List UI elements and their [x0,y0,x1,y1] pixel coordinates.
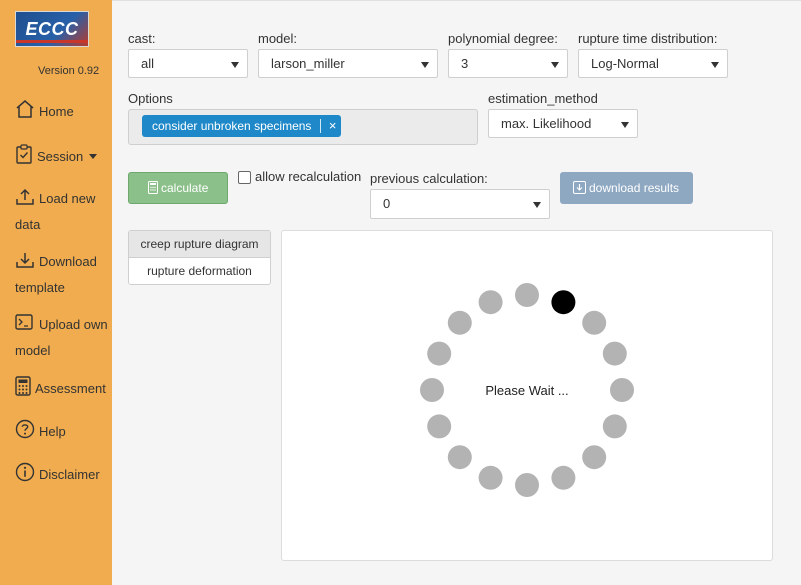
options-multiselect[interactable]: consider unbroken specimens × [128,109,478,145]
spinner-dot [447,445,472,470]
options-tag-consider-unbroken-specimens: consider unbroken specimens × [142,115,342,137]
download-results-label: download results [589,181,680,195]
polynomial-degree-select[interactable]: 3 [448,49,568,78]
chevron-down-icon [551,62,559,68]
rupture-time-distribution-value: Log-Normal [591,56,659,71]
spinner-dot [478,290,503,315]
spinner-dot [447,310,472,335]
tab-rupture-deformation[interactable]: rupture deformation [129,258,270,285]
previous-calculation-label: previous calculation: [370,171,488,186]
upload-icon [15,188,35,213]
cast-label: cast: [128,31,156,46]
allow-recalculation-checkbox[interactable] [238,171,251,184]
sidebar-item-label: Download [39,254,97,269]
estimation-method-value: max. Likelihood [501,116,592,131]
download-icon [573,175,586,205]
sidebar-item-assessment[interactable]: Assessment [15,376,120,403]
sidebar-item-label: Assessment [35,381,106,396]
sidebar-item-label: Upload own [39,317,108,332]
question-circle-icon [15,419,35,446]
spinner-dot [602,341,627,366]
spinner-dot [515,283,539,307]
clipboard-check-icon [15,144,33,171]
calculate-button[interactable]: calculate [128,172,228,204]
options-label: Options [128,91,173,106]
sidebar-item-download-template[interactable]: Download template [15,250,97,299]
sidebar-item-label: Home [39,104,74,119]
cast-select[interactable]: all [128,49,248,78]
chevron-down-icon [621,122,629,128]
spinner-dot [582,445,607,470]
model-value: larson_miller [271,56,345,71]
chevron-down-icon [231,62,239,68]
home-icon [15,99,35,126]
download-results-button[interactable]: download results [560,172,693,204]
sidebar-item-upload-own-model[interactable]: Upload own model [15,313,108,362]
spinner-dot [602,414,627,439]
spinner-dot [582,310,607,335]
spinner-dot [427,414,452,439]
sidebar-item-label-line2: data [15,217,41,232]
terminal-icon [15,314,35,339]
chevron-down-icon [711,62,719,68]
cast-value: all [141,56,155,71]
sidebar-item-label: Disclaimer [39,467,100,482]
rupture-time-distribution-label: rupture time distribution: [578,31,718,46]
sidebar-item-label-line2: template [15,280,65,295]
spinner-dot [551,465,576,490]
remove-tag-icon[interactable]: × [329,115,337,137]
sidebar-item-disclaimer[interactable]: Disclaimer [15,462,100,489]
spinner-dot [551,290,576,315]
sidebar-item-home[interactable]: Home [15,99,74,126]
previous-calculation-select[interactable]: 0 [370,189,550,219]
sidebar-item-help[interactable]: Help [15,419,66,446]
polynomial-degree-value: 3 [461,56,469,71]
previous-calculation-value: 0 [383,196,391,211]
model-label: model: [258,31,298,46]
estimation-method-label: estimation_method [488,91,598,106]
sidebar-item-label: Help [39,424,66,439]
calculate-label: calculate [161,181,209,195]
spinner-dot [478,465,503,490]
options-tag-label: consider unbroken specimens [152,119,312,133]
sidebar-item-load-new-data[interactable]: Load new data [15,187,95,236]
calculator-icon [148,175,158,205]
sidebar-item-session[interactable]: Session [15,144,98,171]
spinner-dot [427,341,452,366]
sidebar-item-label: Load new [39,191,96,206]
output-panel: Please Wait ... [281,230,773,561]
estimation-method-select[interactable]: max. Likelihood [488,109,638,138]
chevron-down-icon [533,202,541,208]
result-tabs: creep rupture diagram rupture deformatio… [128,230,271,285]
sidebar: ECCC Version 0.92 Home Session Load new d… [0,0,120,585]
main-content: cast: all model: larson_miller polynomia… [112,0,801,585]
chevron-down-icon [89,154,98,159]
sidebar-item-label-line2: model [15,343,51,358]
tab-creep-rupture-diagram[interactable]: creep rupture diagram [129,231,270,258]
eccc-logo[interactable]: ECCC [15,11,89,47]
download-icon [15,251,35,276]
spinner-dot [515,473,539,497]
logo-text: ECCC [25,19,79,39]
version-label: Version 0.92 [38,65,100,77]
please-wait-text: Please Wait ... [485,383,569,398]
rupture-time-distribution-select[interactable]: Log-Normal [578,49,728,78]
allow-recalculation-label: allow recalculation [255,169,362,184]
polynomial-degree-label: polynomial degree: [448,31,558,46]
sidebar-item-label: Session [37,149,84,164]
calculator-icon [15,376,31,403]
info-circle-icon [15,462,35,489]
chevron-down-icon [421,62,429,68]
model-select[interactable]: larson_miller [258,49,438,78]
